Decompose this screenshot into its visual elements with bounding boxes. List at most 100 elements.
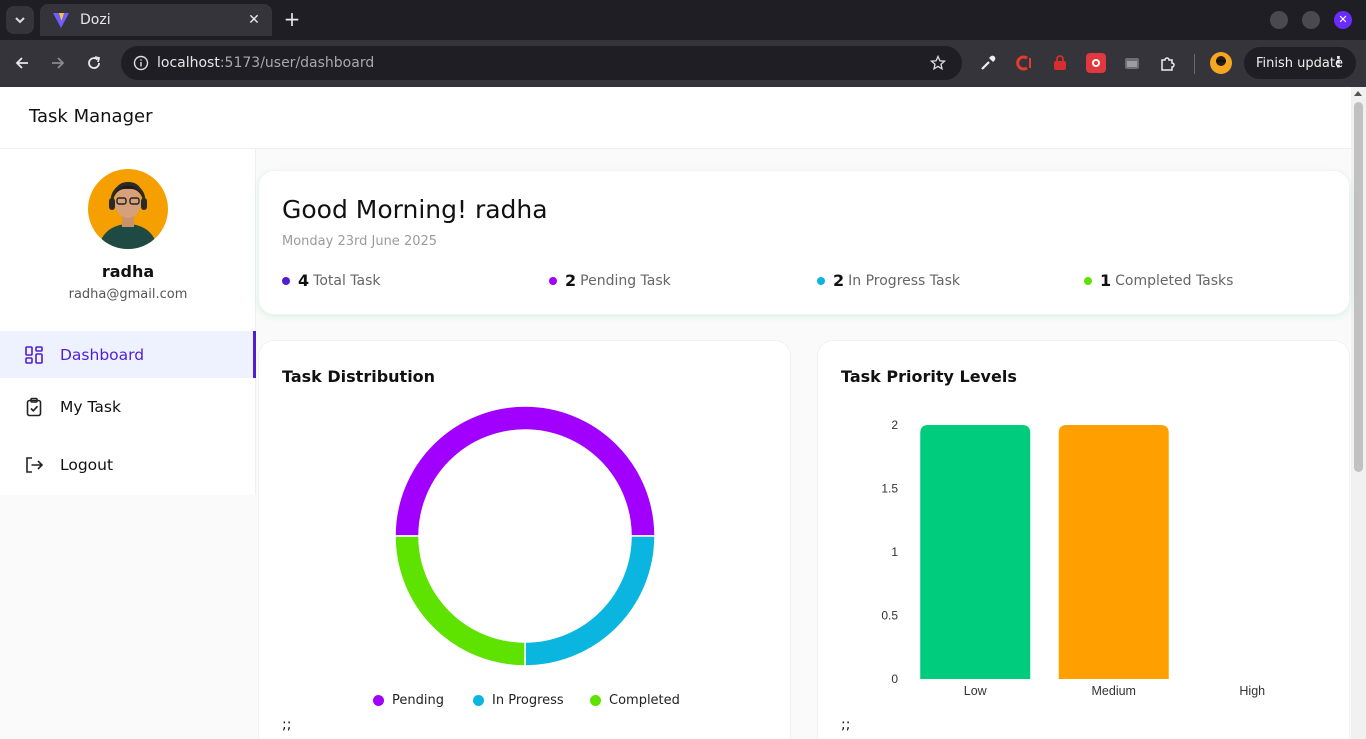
y-tick-label: 1.5 (881, 482, 898, 496)
donut-slice-in-progress[interactable] (524, 535, 656, 667)
stat-value: 2 (565, 271, 577, 290)
app-header: Task Manager (0, 87, 1351, 149)
lock-bag-extension-icon[interactable] (1050, 53, 1070, 73)
browser-tab[interactable]: Dozi ✕ (40, 4, 272, 36)
user-avatar (88, 169, 168, 249)
chevron-down-icon (15, 17, 25, 24)
legend-dot (373, 695, 384, 706)
legend-item-completed: Completed (590, 693, 680, 708)
sidebar: radha radha@gmail.com Dashboard My Task … (0, 149, 256, 495)
url-host: localhost (157, 55, 220, 71)
x-tick-label-high: High (1239, 684, 1265, 698)
clipboard-check-icon (24, 397, 44, 417)
greeting-card: Good Morning! radha Monday 23rd June 202… (258, 170, 1350, 315)
extensions-puzzle-icon[interactable] (1158, 53, 1178, 73)
stat-dot (817, 276, 825, 285)
stat-pending-tasks: 2 Pending Task (549, 271, 671, 290)
profile-avatar-icon[interactable] (1210, 52, 1232, 74)
bar-medium[interactable] (1058, 425, 1169, 679)
stat-label: In Progress Task (848, 272, 961, 289)
dashboard-icon (24, 345, 44, 365)
bug-extension-icon[interactable] (1086, 53, 1106, 73)
task-priority-bar-chart: 0 0.5 1 1.5 2 Low Medium High (881, 418, 1265, 698)
task-distribution-donut-chart (394, 405, 656, 667)
sidebar-item-logout[interactable]: Logout (0, 436, 256, 494)
stat-dot (549, 276, 557, 285)
stat-value: 2 (833, 271, 845, 290)
window-extension-icon[interactable] (1122, 53, 1142, 73)
sidebar-item-dashboard[interactable]: Dashboard (0, 331, 256, 378)
legend-label: Pending (392, 693, 444, 708)
user-name: radha (101, 262, 155, 281)
stat-completed-tasks: 1 Completed Tasks (1084, 271, 1233, 290)
site-info-icon[interactable] (131, 53, 151, 73)
app-title: Task Manager (29, 106, 153, 127)
c-extension-icon[interactable] (1014, 53, 1034, 73)
task-distribution-footer: ;; (282, 717, 292, 733)
y-tick-label: 2 (891, 418, 898, 432)
new-tab-icon[interactable]: + (280, 8, 304, 32)
y-tick-label: 0 (891, 672, 898, 686)
stat-label: Completed Tasks (1115, 272, 1234, 289)
legend-item-pending: Pending (373, 693, 444, 708)
finish-update-button[interactable]: Finish update ⋮ (1244, 47, 1356, 79)
x-tick-label-low: Low (964, 684, 988, 698)
stat-label: Pending Task (580, 272, 671, 289)
task-priority-card: Task Priority Levels 0 0.5 1 1.5 2 Low Medium H… (817, 340, 1350, 739)
legend-item-in-progress: In Progress (473, 693, 564, 708)
forward-arrow-icon[interactable] (45, 50, 71, 76)
reload-icon[interactable] (81, 50, 107, 76)
stat-dot (282, 276, 290, 285)
donut-slice-pending[interactable] (394, 405, 656, 537)
stat-label: Total Task (313, 272, 381, 289)
sidebar-item-label: Dashboard (60, 345, 145, 364)
url-path: :5173/user/dashboard (219, 55, 375, 71)
address-bar[interactable]: localhost:5173/user/dashboard (121, 46, 962, 80)
greeting-date: Monday 23rd June 2025 (282, 234, 438, 249)
logout-icon (24, 455, 44, 475)
page-scrollbar[interactable] (1351, 87, 1366, 739)
legend-dot (473, 695, 484, 706)
browser-toolbar: localhost:5173/user/dashboard Finish upd… (0, 40, 1366, 87)
task-priority-title: Task Priority Levels (841, 367, 1017, 386)
browser-tab-bar: Dozi ✕ + ✕ (0, 0, 1366, 40)
minimize-window-button[interactable] (1270, 11, 1288, 29)
scroll-thumb[interactable] (1354, 102, 1363, 472)
maximize-window-button[interactable] (1302, 11, 1320, 29)
more-vertical-icon[interactable]: ⋮ (1331, 53, 1346, 71)
sidebar-item-label: Logout (60, 456, 114, 474)
close-tab-icon[interactable]: ✕ (246, 12, 262, 28)
x-tick-label-medium: Medium (1092, 684, 1136, 698)
eyedropper-extension-icon[interactable] (978, 53, 998, 73)
stat-in-progress-tasks: 2 In Progress Task (817, 271, 960, 290)
vite-favicon-icon (53, 13, 69, 28)
stat-value: 4 (298, 271, 310, 290)
tab-search-button[interactable] (6, 6, 34, 34)
legend-dot (590, 695, 601, 706)
stat-value: 1 (1100, 271, 1112, 290)
stat-dot (1084, 276, 1092, 285)
finish-update-label: Finish update (1256, 55, 1343, 71)
bar-low[interactable] (920, 425, 1031, 679)
toolbar-separator (1194, 54, 1195, 74)
task-priority-footer: ;; (841, 717, 851, 733)
sidebar-item-label: My Task (60, 398, 121, 416)
user-email: radha@gmail.com (68, 287, 188, 302)
y-tick-label: 1 (891, 545, 898, 559)
scroll-up-arrow-icon[interactable] (1354, 91, 1362, 96)
bookmark-star-icon[interactable] (928, 53, 948, 73)
back-arrow-icon[interactable] (9, 50, 35, 76)
sidebar-menu: Dashboard My Task Logout (0, 331, 256, 494)
task-distribution-title: Task Distribution (282, 367, 436, 386)
sidebar-item-my-task[interactable]: My Task (0, 378, 256, 436)
donut-slice-completed[interactable] (394, 535, 526, 667)
legend-label: Completed (609, 693, 680, 708)
y-tick-label: 0.5 (881, 609, 898, 623)
legend-label: In Progress (492, 693, 564, 708)
task-distribution-card: Task Distribution Pending In Progress Co… (258, 340, 791, 739)
url-text: localhost:5173/user/dashboard (157, 55, 928, 71)
tab-title: Dozi (80, 12, 111, 28)
greeting-title: Good Morning! radha (282, 195, 548, 224)
close-window-button[interactable]: ✕ (1334, 11, 1352, 29)
stat-total-tasks: 4 Total Task (282, 271, 381, 290)
